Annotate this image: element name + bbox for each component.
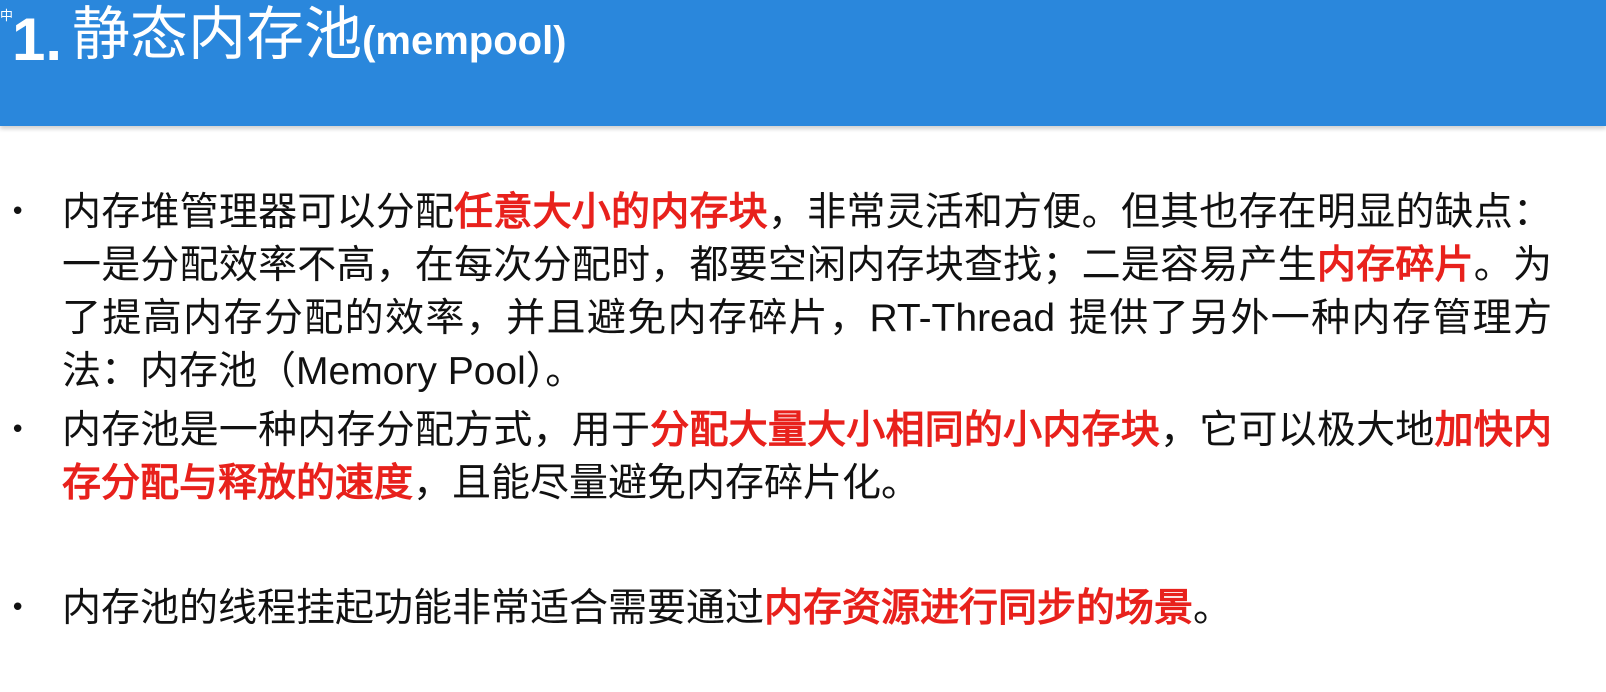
bullet-dot: • [10,593,26,623]
body-text: 。 [1193,586,1233,631]
bullet-dot: • [10,197,26,227]
body-text: RT-Thread [869,297,1056,340]
title-number: 1. [12,6,63,73]
body-text: 内存池是一种内存分配方式，用于 [62,408,651,453]
body-text: ，它可以极大地 [1160,408,1435,453]
title-bar: 中 1. 静态内存池(mempool) [0,0,1606,126]
emphasis-text: 任意大小的内存块 [454,190,768,235]
body-text: 内存池的线程挂起功能非常适合需要通过 [62,586,765,631]
bullet-dot: • [10,415,26,445]
body-text: ）。 [525,349,585,394]
bullet-text: 内存池的线程挂起功能非常适合需要通过内存资源进行同步的场景。 [62,582,1552,635]
emphasis-text: 内存碎片 [1316,243,1474,288]
body-text: 内存堆管理器可以分配 [62,190,455,235]
bullet-text: 内存堆管理器可以分配任意大小的内存块，非常灵活和方便。但其也存在明显的缺点：一是… [62,186,1552,398]
slide-title: 1. 静态内存池(mempool) [12,4,567,70]
body-text: ，且能尽量避免内存碎片化。 [413,461,921,506]
emphasis-text: 内存资源进行同步的场景 [764,586,1194,631]
bullet-text: 内存池是一种内存分配方式，用于分配大量大小相同的小内存块，它可以极大地加快内存分… [62,404,1552,510]
title-english: (mempool) [362,19,567,63]
title-chinese: 静态内存池 [72,0,363,68]
body-text: Memory Pool [296,350,526,393]
emphasis-text: 分配大量大小相同的小内存块 [650,408,1161,453]
